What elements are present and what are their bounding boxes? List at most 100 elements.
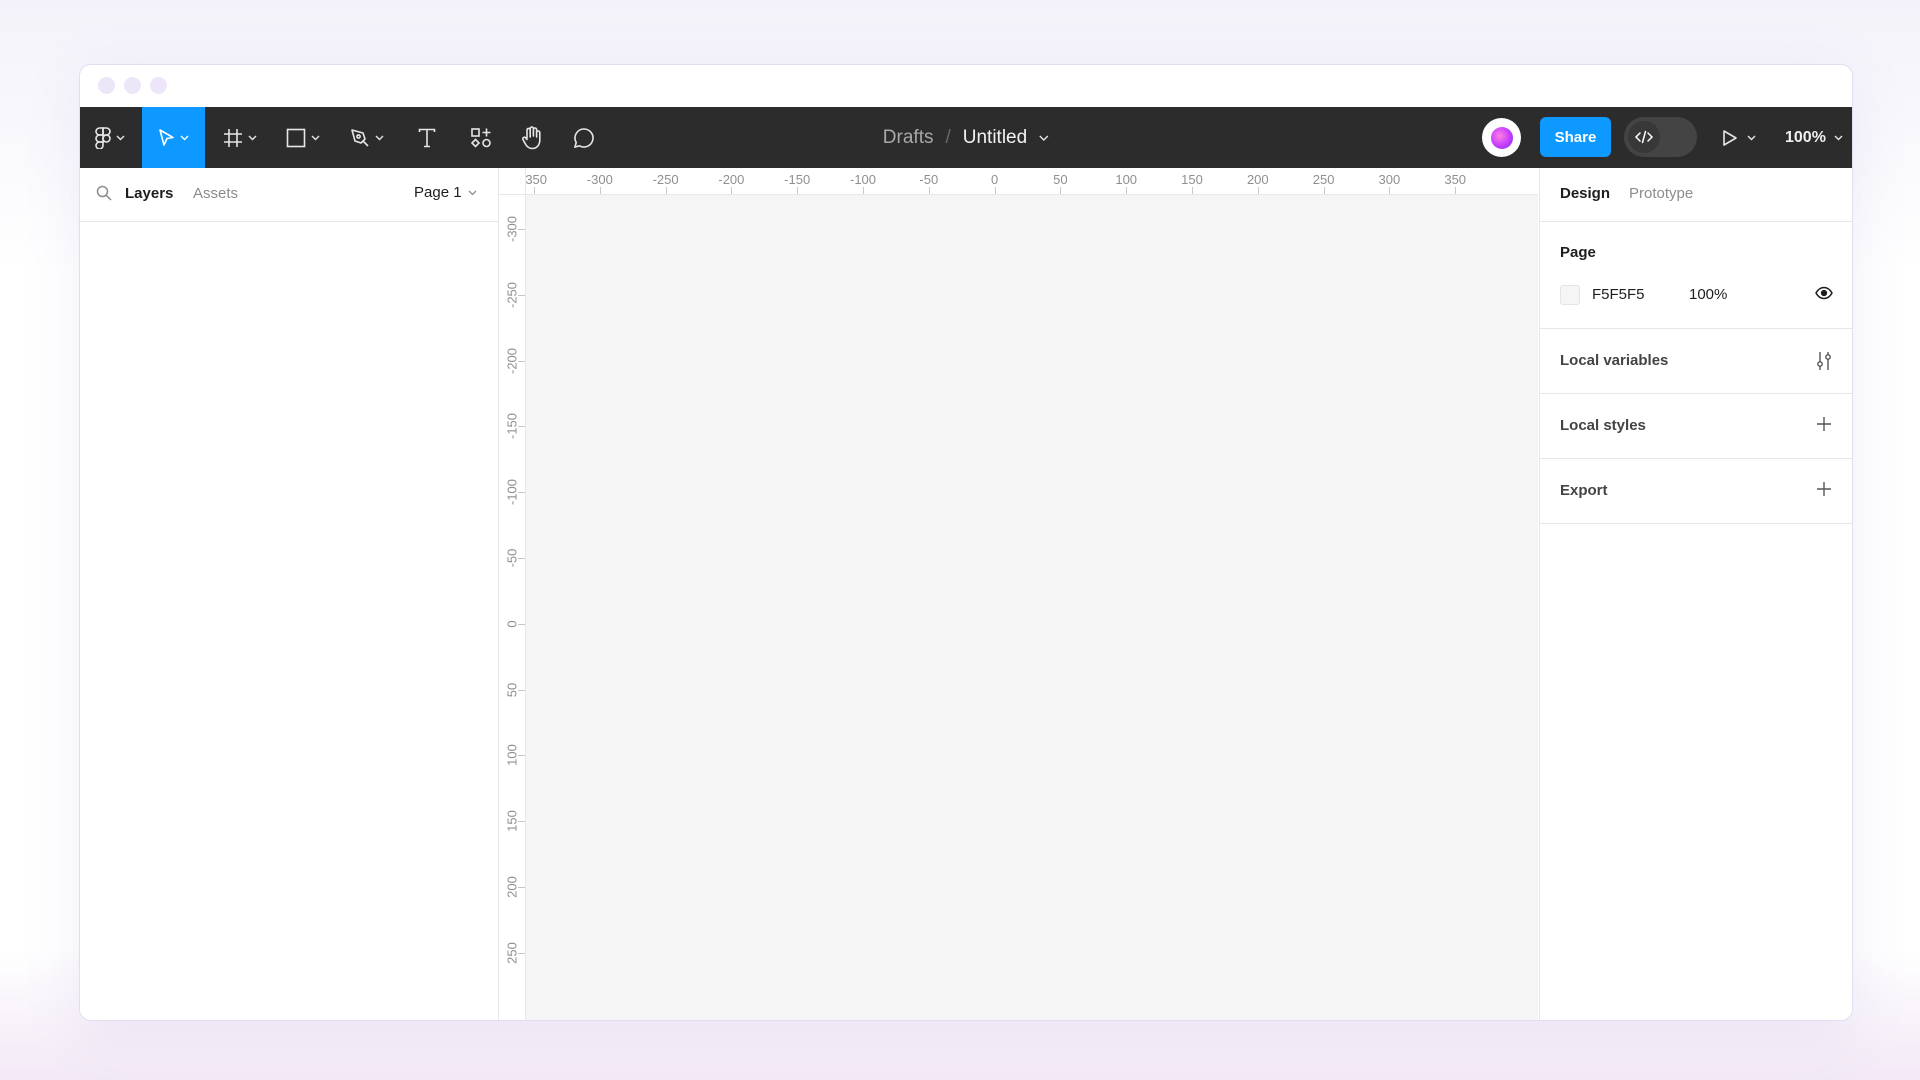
plus-icon[interactable]	[1816, 481, 1832, 497]
canvas[interactable]: -350 -300 -250 -200 -150 -100 -50 0 50 100 150 200 2…	[499, 168, 1538, 1020]
file-name[interactable]: Untitled	[963, 127, 1027, 149]
export-section[interactable]: Export	[1540, 459, 1852, 524]
move-tool-button[interactable]	[142, 107, 205, 168]
ruler-label: 0	[990, 172, 999, 187]
shape-tool-button[interactable]	[278, 107, 328, 168]
ruler-mark	[994, 187, 996, 194]
eye-icon[interactable]	[1815, 286, 1833, 300]
chevron-down-icon[interactable]	[1039, 135, 1049, 141]
dev-mode-knob	[1628, 121, 1660, 153]
window-maximize-button[interactable]	[150, 77, 167, 94]
page-section-title: Page	[1560, 244, 1596, 261]
present-button[interactable]	[1722, 107, 1756, 168]
ruler-label: 100	[1115, 172, 1138, 187]
resources-icon	[470, 127, 491, 148]
ruler-mark	[599, 187, 601, 194]
local-styles-title: Local styles	[1560, 417, 1646, 434]
rectangle-tool-icon	[286, 128, 306, 147]
avatar[interactable]	[1482, 118, 1521, 157]
move-tool-icon	[159, 128, 174, 146]
chevron-down-icon	[311, 135, 320, 140]
properties-panel: Design Prototype Page F5F5F5 100% Local …	[1539, 168, 1852, 1020]
window-minimize-button[interactable]	[124, 77, 141, 94]
ruler-label: 200	[1246, 172, 1269, 187]
code-icon	[1634, 130, 1654, 144]
tab-design[interactable]: Design	[1560, 185, 1610, 202]
page-color-swatch[interactable]	[1560, 285, 1580, 305]
horizontal-ruler: -350 -300 -250 -200 -150 -100 -50 0 50 100 150 200 2…	[499, 168, 1538, 195]
page-color-hex[interactable]: F5F5F5	[1592, 286, 1645, 303]
main-menu-button[interactable]	[90, 107, 130, 168]
ruler-mark	[518, 492, 525, 494]
ruler-label: 350	[1444, 172, 1467, 187]
ruler-mark	[534, 187, 535, 194]
variables-icon[interactable]	[1816, 351, 1832, 371]
pen-tool-icon	[351, 128, 369, 147]
ruler-mark	[518, 558, 525, 559]
ruler-label: -200	[718, 172, 745, 187]
ruler-mark	[1257, 187, 1259, 194]
chevron-down-icon	[116, 135, 125, 140]
ruler-mark	[1323, 187, 1325, 194]
properties-panel-header: Design Prototype	[1540, 168, 1852, 222]
page-selector-label: Page 1	[414, 184, 462, 201]
pen-tool-button[interactable]	[342, 107, 392, 168]
comment-tool-button[interactable]	[564, 107, 604, 168]
page-selector[interactable]: Page 1	[414, 184, 477, 201]
tab-layers[interactable]: Layers	[125, 185, 173, 202]
ruler-label: -50	[919, 172, 939, 187]
export-title: Export	[1560, 482, 1608, 499]
local-variables-section[interactable]: Local variables	[1540, 329, 1852, 394]
dev-mode-toggle[interactable]	[1624, 117, 1697, 157]
app-window: Drafts / Untitled Share 100% Layers Asse…	[79, 64, 1853, 1021]
zoom-menu[interactable]: 100%	[1785, 107, 1843, 168]
share-button[interactable]: Share	[1540, 117, 1611, 157]
frame-tool-button[interactable]	[215, 107, 265, 168]
toolbar: Drafts / Untitled Share 100%	[80, 107, 1852, 168]
layers-panel: Layers Assets Page 1	[80, 168, 499, 1020]
resources-button[interactable]	[461, 107, 501, 168]
breadcrumb-drafts[interactable]: Drafts	[883, 127, 934, 149]
ruler-mark	[518, 755, 525, 757]
ruler-mark	[518, 426, 525, 428]
hand-tool-button[interactable]	[512, 107, 552, 168]
ruler-label: -250	[652, 172, 679, 187]
vertical-ruler: -300 -250 -200 -150 -100 -50 0 50 100 150 200 250	[499, 168, 526, 1020]
ruler-corner	[499, 168, 526, 195]
ruler-mark	[518, 229, 525, 230]
ruler-label: 250	[1312, 172, 1335, 187]
avatar-image	[1490, 126, 1513, 149]
zoom-level: 100%	[1785, 128, 1826, 146]
chevron-down-icon	[468, 190, 477, 195]
ruler-mark	[797, 187, 799, 194]
ruler-mark	[518, 821, 525, 823]
breadcrumb-separator: /	[945, 126, 951, 148]
page-color-opacity[interactable]: 100%	[1689, 286, 1727, 303]
chevron-down-icon	[180, 135, 189, 140]
plus-icon[interactable]	[1816, 416, 1832, 432]
layers-panel-header: Layers Assets Page 1	[80, 168, 498, 222]
play-icon	[1723, 129, 1737, 146]
tab-prototype[interactable]: Prototype	[1629, 185, 1693, 202]
ruler-mark	[1455, 187, 1457, 194]
tab-assets[interactable]: Assets	[193, 185, 238, 202]
ruler-label: -300	[586, 172, 613, 187]
hand-tool-icon	[522, 125, 541, 149]
search-icon[interactable]	[96, 185, 112, 201]
ruler-mark	[518, 952, 525, 954]
document-title[interactable]: Drafts / Untitled	[883, 107, 1049, 168]
ruler-label: -150	[784, 172, 811, 187]
local-styles-section[interactable]: Local styles	[1540, 394, 1852, 459]
page-section: Page F5F5F5 100%	[1540, 222, 1852, 329]
ruler-mark	[518, 360, 525, 362]
chevron-down-icon	[1747, 135, 1756, 140]
ruler-mark	[518, 689, 525, 691]
chevron-down-icon	[375, 135, 384, 140]
chevron-down-icon	[248, 135, 257, 140]
ruler-mark	[928, 187, 930, 194]
window-close-button[interactable]	[98, 77, 115, 94]
ruler-mark	[518, 623, 525, 625]
chevron-down-icon	[1834, 135, 1843, 140]
text-tool-button[interactable]	[407, 107, 447, 168]
ruler-label: 150	[1181, 172, 1203, 187]
